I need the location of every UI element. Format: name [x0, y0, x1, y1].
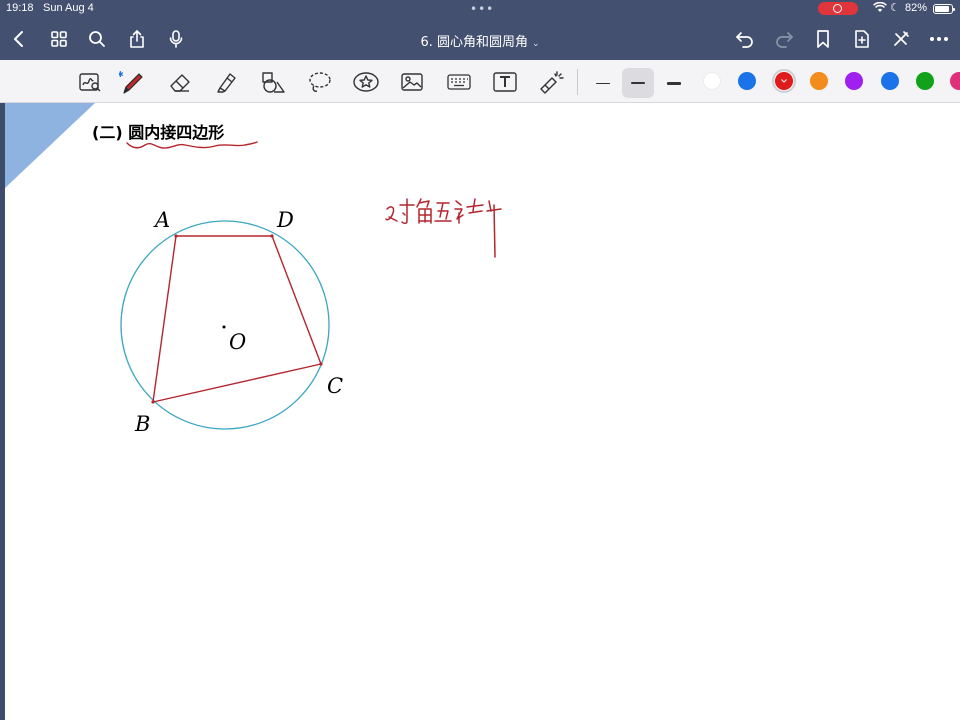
close-pen-icon[interactable] — [890, 28, 912, 50]
grid-icon[interactable] — [48, 28, 70, 50]
color-swatch-blue-2[interactable] — [881, 72, 899, 90]
color-swatch-white[interactable] — [703, 72, 721, 90]
circle-o — [120, 220, 330, 430]
chevron-down-icon[interactable]: ⌄ — [532, 39, 540, 49]
page-corner-accent — [5, 103, 95, 188]
multitasking-dots-icon[interactable]: ••• — [470, 2, 494, 16]
quadrilateral-abcd — [152, 235, 322, 403]
label-d: D — [276, 208, 294, 232]
vertex-c — [319, 362, 323, 366]
note-page-canvas[interactable]: (二) 圆内接四边形 A D C B O — [5, 103, 960, 720]
label-b: B — [134, 412, 150, 436]
back-icon[interactable] — [8, 28, 30, 50]
label-o: O — [229, 330, 246, 354]
stroke-thin-button[interactable] — [587, 68, 619, 98]
label-c: C — [327, 374, 343, 398]
microphone-icon[interactable] — [165, 28, 187, 50]
moon-icon: ☾ — [890, 1, 900, 14]
search-icon[interactable] — [86, 28, 108, 50]
vertex-d — [270, 234, 274, 238]
more-icon[interactable] — [928, 28, 950, 50]
wifi-icon — [873, 2, 887, 12]
vertex-b — [151, 400, 155, 404]
color-swatch-pink[interactable] — [950, 72, 960, 90]
bookmark-icon[interactable] — [812, 28, 834, 50]
vertex-a — [174, 234, 178, 238]
shapes-tool-icon[interactable] — [259, 68, 287, 96]
color-swatch-green[interactable] — [916, 72, 934, 90]
battery-icon — [933, 4, 955, 14]
status-time: 19:18 — [6, 2, 34, 14]
inscribed-quadrilateral-diagram: A D C B O — [120, 208, 343, 436]
laser-pointer-tool-icon[interactable] — [537, 68, 565, 96]
color-swatch-blue[interactable] — [738, 72, 756, 90]
lasso-tool-icon[interactable] — [306, 68, 334, 96]
screen-recording-icon[interactable] — [818, 2, 858, 15]
color-swatch-purple[interactable] — [845, 72, 863, 90]
document-title[interactable]: 6. 圆心角和圆周角 ⌄ — [380, 31, 580, 50]
sticker-tool-icon[interactable] — [352, 68, 380, 96]
handwritten-note — [385, 198, 502, 258]
eraser-tool-icon[interactable] — [166, 68, 194, 96]
app-bar: 19:18 Sun Aug 4 ••• ☾ 82% 6. 圆心角和圆周角 ⌄ — [0, 0, 960, 60]
pen-tool-icon[interactable]: ✱ — [119, 68, 147, 96]
toolbar-divider — [577, 69, 578, 95]
center-point-o — [222, 325, 226, 329]
zoom-writing-tool-icon[interactable] — [76, 68, 104, 96]
label-a: A — [153, 208, 170, 232]
stroke-medium-button[interactable] — [622, 68, 654, 98]
highlighter-tool-icon[interactable] — [213, 68, 241, 96]
color-swatch-orange[interactable] — [810, 72, 828, 90]
redo-icon[interactable] — [773, 28, 795, 50]
text-tool-icon[interactable] — [491, 68, 519, 96]
undo-icon[interactable] — [734, 28, 756, 50]
battery-percent: 82% — [905, 2, 928, 14]
stroke-thick-button[interactable] — [658, 68, 690, 98]
image-tool-icon[interactable] — [398, 68, 426, 96]
drawing-toolbar: ✱ — [0, 60, 960, 103]
share-icon[interactable] — [126, 28, 148, 50]
chevron-down-icon — [781, 79, 787, 83]
svg-text:✱: ✱ — [119, 70, 124, 79]
status-date: Sun Aug 4 — [43, 2, 94, 14]
handwritten-underline — [126, 141, 258, 149]
add-page-icon[interactable] — [851, 28, 873, 50]
color-swatch-red[interactable] — [775, 72, 793, 90]
keyboard-tool-icon[interactable] — [445, 68, 473, 96]
